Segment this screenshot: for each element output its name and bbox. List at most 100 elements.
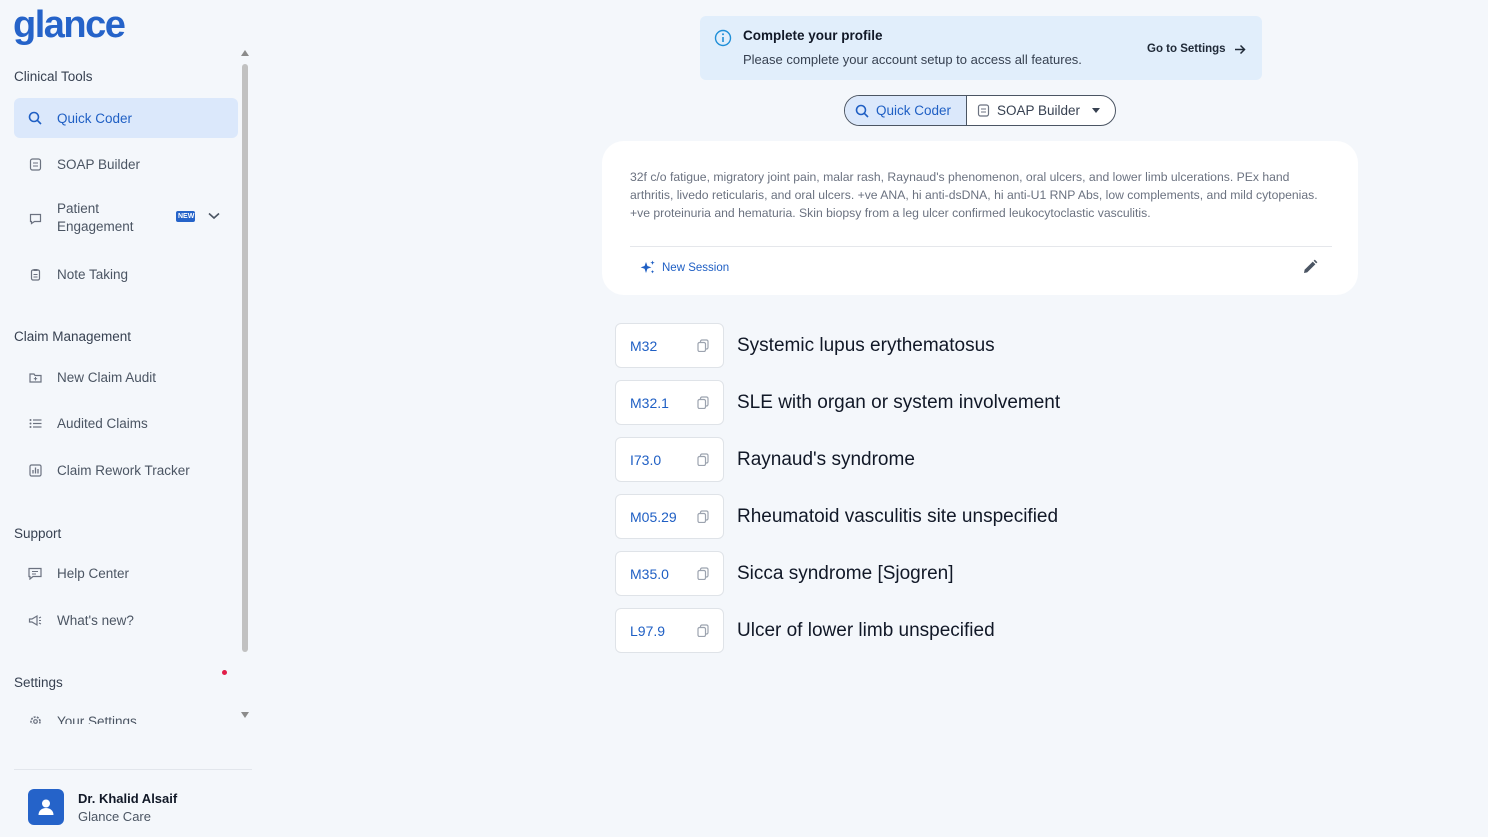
sidebar-item-label: Claim Rework Tracker <box>57 462 190 478</box>
sidebar-item-note-taking[interactable]: Note Taking <box>14 254 238 294</box>
code-description: Ulcer of lower limb unspecified <box>737 619 995 641</box>
user-profile[interactable]: Dr. Khalid Alsaif Glance Care <box>28 789 177 825</box>
quick-coder-toggle[interactable]: Quick Coder <box>845 96 967 125</box>
gear-icon <box>28 714 42 724</box>
code-value: M32 <box>630 337 658 354</box>
sidebar-item-label: Audited Claims <box>57 415 148 431</box>
code-value: M35.0 <box>630 565 669 582</box>
scroll-up-arrow-icon[interactable] <box>241 50 249 56</box>
scrollbar-thumb[interactable] <box>242 64 248 652</box>
sidebar-scrollbar[interactable] <box>240 50 252 722</box>
sidebar-item-whats-new[interactable]: What's new? <box>14 600 238 640</box>
chart-icon <box>28 463 42 477</box>
sidebar-divider <box>14 769 252 770</box>
sidebar-item-label: What's new? <box>57 612 134 628</box>
banner-title: Complete your profile <box>743 28 883 43</box>
sidebar-item-label: Quick Coder <box>57 110 133 126</box>
code-value: L97.9 <box>630 622 666 639</box>
sidebar-item-label: Patient Engagement <box>57 201 134 234</box>
new-session-button[interactable]: New Session <box>640 260 729 275</box>
sidebar-item-claim-rework-tracker[interactable]: Claim Rework Tracker <box>14 450 238 490</box>
sidebar-item-label: Your Settings <box>57 713 137 725</box>
code-value: I73.0 <box>630 451 662 468</box>
clinical-note-input[interactable]: 32f c/o fatigue, migratory joint pain, m… <box>630 168 1332 222</box>
caret-down-icon[interactable] <box>1092 108 1101 113</box>
code-chip[interactable]: I73.0 <box>615 437 724 482</box>
section-title-claim-management: Claim Management <box>14 329 132 344</box>
code-result-row: I73.0 Raynaud's syndrome <box>615 437 915 482</box>
arrow-right-icon <box>1234 44 1246 54</box>
sidebar: glance Clinical Tools Quick Coder SOAP B… <box>0 0 254 837</box>
section-title-clinical-tools: Clinical Tools <box>14 69 93 84</box>
sidebar-item-label: Note Taking <box>57 266 129 282</box>
sidebar-item-patient-engagement[interactable]: Patient Engagement NEW <box>14 191 238 245</box>
sidebar-nav: Clinical Tools Quick Coder SOAP Builder … <box>0 48 254 724</box>
sparkle-icon <box>640 260 655 274</box>
copy-icon <box>697 510 709 523</box>
copy-icon <box>697 567 709 580</box>
code-chip[interactable]: L97.9 <box>615 608 724 653</box>
chevron-down-icon[interactable] <box>208 208 220 223</box>
code-result-row: L97.9 Ulcer of lower limb unspecified <box>615 608 995 653</box>
document-icon <box>28 157 42 171</box>
quick-coder-toggle-label: Quick Coder <box>876 103 952 118</box>
sidebar-item-label: SOAP Builder <box>57 156 141 172</box>
soap-builder-toggle[interactable]: SOAP Builder <box>967 96 1115 125</box>
search-icon <box>28 111 42 125</box>
code-description: Sicca syndrome [Sjogren] <box>737 562 954 584</box>
folder-add-icon <box>28 370 42 384</box>
new-badge: NEW <box>176 211 195 222</box>
user-name: Dr. Khalid Alsaif <box>78 790 178 806</box>
notification-dot <box>222 670 227 675</box>
banner-text: Please complete your account setup to ac… <box>743 52 1082 67</box>
clinical-note-card: 32f c/o fatigue, migratory joint pain, m… <box>602 141 1358 295</box>
soap-builder-toggle-label: SOAP Builder <box>997 103 1081 118</box>
sidebar-item-new-claim-audit[interactable]: New Claim Audit <box>14 357 238 397</box>
code-result-row: M05.29 Rheumatoid vasculitis site unspec… <box>615 494 1058 539</box>
profile-banner: Complete your profile Please complete yo… <box>700 16 1262 80</box>
sidebar-item-label: Help Center <box>57 565 130 581</box>
glance-logo[interactable]: glance <box>13 4 126 47</box>
edit-icon[interactable] <box>1302 259 1318 280</box>
copy-icon <box>697 339 709 352</box>
chat-icon <box>28 211 42 225</box>
code-value: M05.29 <box>630 508 677 525</box>
code-chip[interactable]: M35.0 <box>615 551 724 596</box>
code-description: Raynaud's syndrome <box>737 448 915 470</box>
search-icon <box>855 104 869 118</box>
code-description: Systemic lupus erythematosus <box>737 334 995 356</box>
go-to-settings-link[interactable]: Go to Settings <box>1147 43 1246 55</box>
sidebar-item-audited-claims[interactable]: Audited Claims <box>14 403 238 443</box>
help-message-icon <box>28 566 42 580</box>
go-to-settings-label: Go to Settings <box>1147 43 1226 55</box>
section-title-support: Support <box>14 526 62 541</box>
megaphone-icon <box>28 613 42 627</box>
code-chip[interactable]: M05.29 <box>615 494 724 539</box>
sidebar-item-your-settings[interactable]: Your Settings <box>14 701 238 724</box>
code-value: M32.1 <box>630 394 669 411</box>
code-description: SLE with organ or system involvement <box>737 391 1061 413</box>
code-result-row: M32.1 SLE with organ or system involveme… <box>615 380 1060 425</box>
document-icon <box>977 104 990 117</box>
code-result-row: M32 Systemic lupus erythematosus <box>615 323 995 368</box>
section-title-settings: Settings <box>14 675 63 690</box>
code-description: Rheumatoid vasculitis site unspecified <box>737 505 1059 527</box>
code-chip[interactable]: M32 <box>615 323 724 368</box>
user-org: Glance Care <box>78 808 151 824</box>
sidebar-item-soap-builder[interactable]: SOAP Builder <box>14 144 238 184</box>
copy-icon <box>697 396 709 409</box>
user-icon <box>38 799 54 815</box>
sidebar-item-quick-coder[interactable]: Quick Coder <box>14 98 238 138</box>
sidebar-item-label: New Claim Audit <box>57 369 157 385</box>
sidebar-item-help-center[interactable]: Help Center <box>14 553 238 593</box>
clipboard-icon <box>28 267 42 281</box>
info-icon <box>714 29 732 52</box>
copy-icon <box>697 453 709 466</box>
copy-icon <box>697 624 709 637</box>
scroll-down-arrow-icon[interactable] <box>241 712 249 718</box>
list-icon <box>28 416 42 430</box>
avatar[interactable] <box>28 789 64 825</box>
new-session-label: New Session <box>662 261 730 274</box>
code-chip[interactable]: M32.1 <box>615 380 724 425</box>
card-divider <box>630 246 1332 247</box>
